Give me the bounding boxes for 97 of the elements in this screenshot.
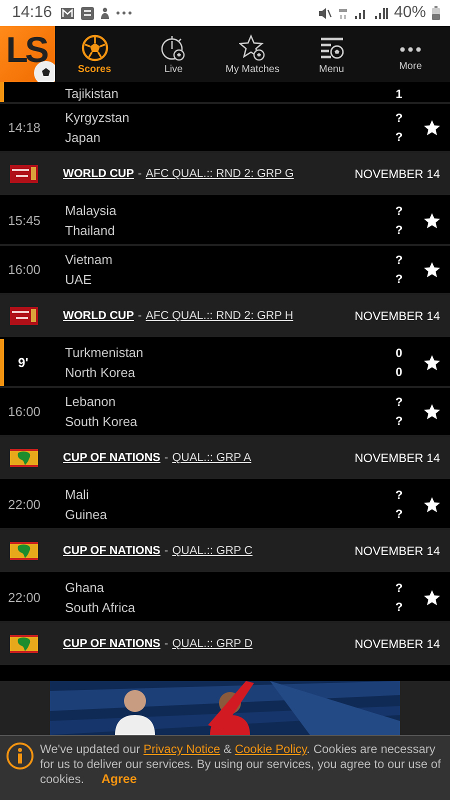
score: ? <box>395 507 403 521</box>
score: ? <box>395 130 403 144</box>
mute-icon <box>318 6 332 20</box>
team-name: North Korea <box>65 365 136 380</box>
stage-link[interactable]: AFC QUAL.:: RND 2: GRP G <box>146 168 294 180</box>
competition-link[interactable]: CUP OF NATIONS <box>63 452 160 464</box>
competition-link[interactable]: CUP OF NATIONS <box>63 545 160 557</box>
cookie-policy-link[interactable]: Cookie Policy <box>234 742 307 756</box>
star-icon[interactable] <box>423 402 441 420</box>
team-name: Tajikistan <box>65 86 120 101</box>
agree-button[interactable]: Agree <box>101 772 137 786</box>
trophy-emblem-icon <box>10 307 38 325</box>
ad-banner[interactable] <box>0 681 450 735</box>
stage-link[interactable]: QUAL.:: GRP A <box>172 452 252 464</box>
team-name: South Africa <box>65 600 136 615</box>
separator: - <box>164 545 168 557</box>
nav-tab[interactable]: Live <box>134 26 213 82</box>
competition-link[interactable]: WORLD CUP <box>63 310 134 322</box>
competition-link[interactable]: WORLD CUP <box>63 168 134 180</box>
match-time: 16:00 <box>7 262 42 277</box>
team-name: Thailand <box>65 223 116 238</box>
team-name: Japan <box>65 130 102 145</box>
info-icon <box>6 742 34 770</box>
score: ? <box>395 581 403 595</box>
score: ? <box>395 223 403 237</box>
more-icon <box>116 11 132 15</box>
star-icon[interactable] <box>423 588 441 606</box>
separator: - <box>164 452 168 464</box>
match-time: 22:00 <box>7 590 42 605</box>
star-icon <box>238 34 266 62</box>
team-name: Malaysia <box>65 203 118 218</box>
score: ? <box>395 111 403 125</box>
africa-emblem-icon <box>10 449 38 467</box>
match-row[interactable]: 9' Turkmenistan North Korea 0 0 <box>0 339 450 388</box>
africa-emblem-icon <box>10 635 38 653</box>
match-date: NOVEMBER 14 <box>354 544 441 558</box>
score: 1 <box>396 87 402 101</box>
network-icon <box>338 6 348 20</box>
team-name: Kyrgyzstan <box>65 110 130 125</box>
match-date: NOVEMBER 14 <box>354 309 441 323</box>
team-name: Vietnam <box>65 252 114 267</box>
stage-link[interactable]: QUAL.:: GRP D <box>172 638 252 650</box>
mail-icon <box>60 6 76 20</box>
more-icon <box>400 47 421 52</box>
match-date: NOVEMBER 14 <box>354 167 441 181</box>
score: ? <box>395 253 403 267</box>
trophy-emblem-icon <box>10 165 38 183</box>
team-name: Mali <box>65 487 90 502</box>
team-name: South Korea <box>65 414 138 429</box>
team-name: Ghana <box>65 580 106 595</box>
score: ? <box>395 600 403 614</box>
score: 0 <box>396 365 402 379</box>
match-date: NOVEMBER 14 <box>354 637 441 651</box>
app-logo[interactable]: LS <box>0 26 55 82</box>
score: ? <box>395 395 403 409</box>
soccer-ball-icon <box>80 34 108 62</box>
team-name: Turkmenistan <box>65 345 144 360</box>
nav-tab[interactable]: My Matches <box>213 26 292 82</box>
news-icon <box>81 6 94 20</box>
star-icon[interactable] <box>423 212 441 230</box>
stage-link[interactable]: QUAL.:: GRP C <box>172 545 252 557</box>
cookie-notice: We've updated our Privacy Notice & Cookie Policy. Cookies are necessary for us to deliver our services. By using our services, you agree to our use of cookies. Agree <box>40 742 442 787</box>
team-name: Guinea <box>65 507 108 522</box>
match-time: 22:00 <box>7 497 42 512</box>
stopwatch-icon <box>160 34 188 62</box>
competition-link[interactable]: CUP OF NATIONS <box>63 638 160 650</box>
privacy-link[interactable]: Privacy Notice <box>143 742 220 756</box>
score: ? <box>395 204 403 218</box>
battery-percent: 40% <box>394 4 426 22</box>
nav-tab[interactable]: Menu <box>292 26 371 82</box>
match-row[interactable]: Tajikistan 1 <box>0 82 450 104</box>
match-time: 15:45 <box>7 213 42 228</box>
score: ? <box>395 488 403 502</box>
stage-link[interactable]: AFC QUAL.:: RND 2: GRP H <box>146 310 294 322</box>
score: 0 <box>396 346 402 360</box>
status-time: 14:16 <box>12 4 52 22</box>
team-name: Lebanon <box>65 394 117 409</box>
match-time: 9' <box>17 355 30 370</box>
signal-icon <box>374 6 388 20</box>
match-time: 16:00 <box>7 404 42 419</box>
star-icon[interactable] <box>423 354 441 372</box>
separator: - <box>138 310 142 322</box>
star-icon[interactable] <box>423 118 441 136</box>
score: ? <box>395 272 403 286</box>
score: ? <box>395 414 403 428</box>
africa-emblem-icon <box>10 542 38 560</box>
separator: - <box>164 638 168 650</box>
battery-icon <box>432 6 440 20</box>
nav-tab[interactable]: Scores <box>55 26 134 82</box>
match-date: NOVEMBER 14 <box>354 451 441 465</box>
star-icon[interactable] <box>423 496 441 514</box>
star-icon[interactable] <box>423 260 441 278</box>
nav-tab[interactable]: More <box>371 26 450 82</box>
team-name: UAE <box>65 272 93 287</box>
match-time: 14:18 <box>7 120 42 135</box>
separator: - <box>138 168 142 180</box>
figure-icon <box>100 6 110 20</box>
